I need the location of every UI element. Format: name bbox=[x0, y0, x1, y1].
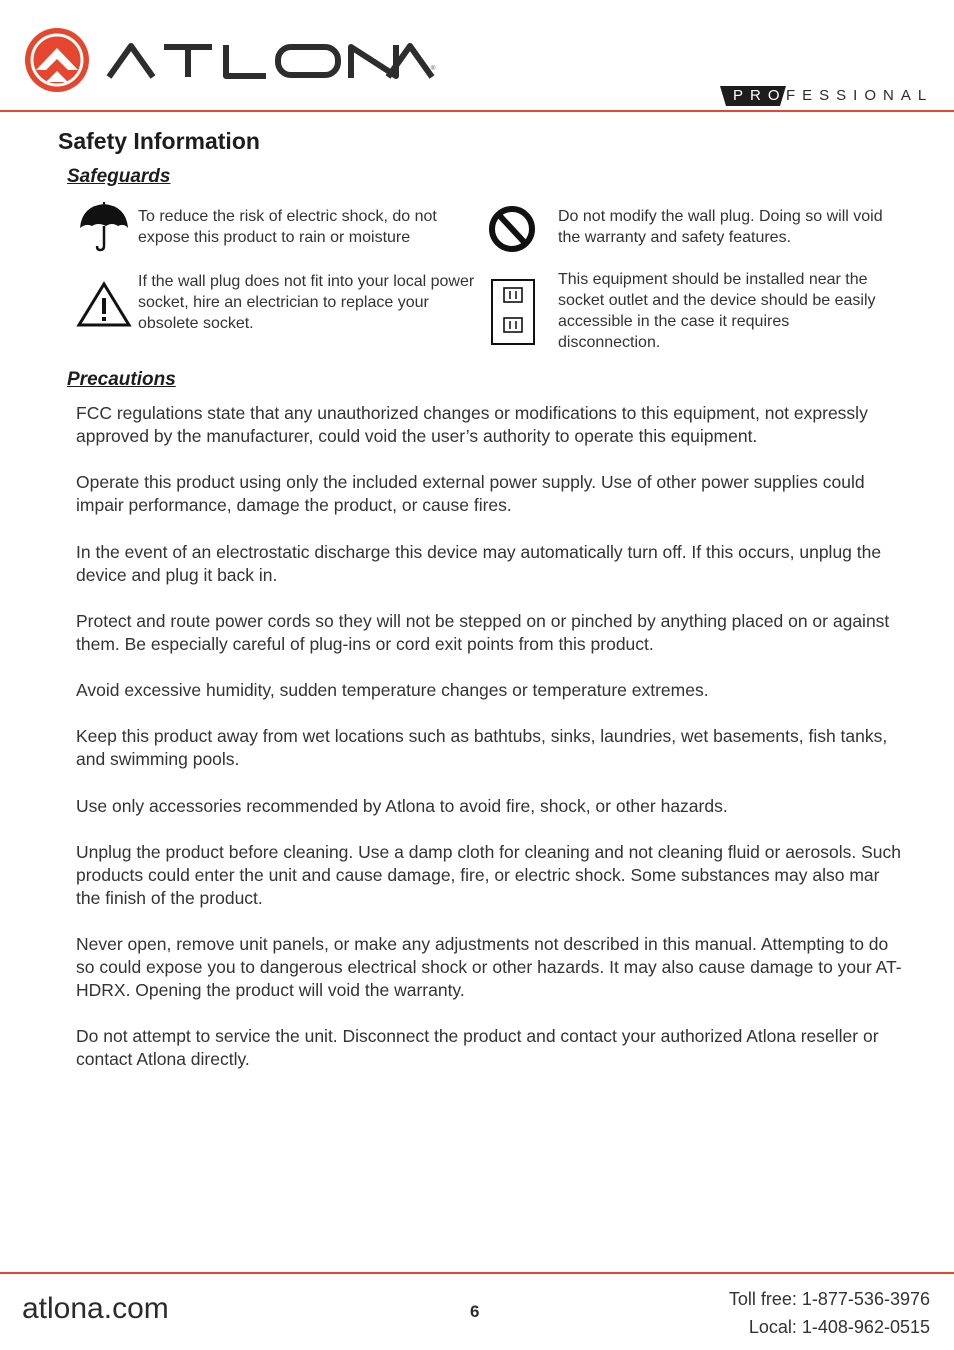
wall-socket-icon bbox=[491, 279, 535, 345]
safeguard-text-electrician: If the wall plug does not fit into your … bbox=[138, 273, 475, 332]
safeguard-text-plug-modify: Do not modify the wall plug. Doing so wi… bbox=[558, 208, 883, 246]
atlona-logo-icon bbox=[25, 28, 89, 92]
atlona-wordmark bbox=[106, 43, 435, 79]
precaution-paragraph: Avoid excessive humidity, sudden tempera… bbox=[76, 680, 709, 700]
page-title: Safety Information bbox=[58, 128, 260, 154]
badge-suffix: FESSIONAL bbox=[786, 87, 934, 104]
safeguard-text-socket-access: This equipment should be installed near … bbox=[558, 271, 876, 351]
toll-free-number: Toll free: 1-877-536-3976 bbox=[728, 1289, 930, 1309]
prohibited-icon bbox=[489, 206, 535, 252]
footer-website[interactable]: atlona.com bbox=[22, 1292, 169, 1326]
precaution-paragraph: Keep this product away from wet location… bbox=[76, 726, 888, 769]
badge-prefix: PRO bbox=[733, 87, 787, 104]
safeguard-text-rain: To reduce the risk of electric shock, do… bbox=[138, 208, 437, 246]
precaution-paragraph: In the event of an electrostatic dischar… bbox=[76, 542, 882, 585]
precaution-paragraph: Protect and route power cords so they wi… bbox=[76, 611, 890, 654]
header-divider bbox=[0, 110, 954, 112]
page-number: 6 bbox=[470, 1302, 480, 1321]
precaution-paragraph: Unplug the product before cleaning. Use … bbox=[76, 842, 901, 908]
footer-divider bbox=[0, 1272, 954, 1274]
warning-triangle-icon bbox=[76, 281, 132, 327]
precaution-paragraph: Operate this product using only the incl… bbox=[76, 472, 865, 515]
precaution-paragraph: Use only accessories recommended by Atlo… bbox=[76, 796, 728, 816]
umbrella-icon bbox=[80, 202, 128, 252]
local-number: Local: 1-408-962-0515 bbox=[748, 1317, 930, 1337]
registered-mark: ® bbox=[431, 66, 436, 72]
precaution-paragraph: Do not attempt to service the unit. Disc… bbox=[76, 1026, 879, 1069]
footer-contact: Toll free: 1-877-536-3976 Local: 1-408-9… bbox=[729, 1285, 930, 1341]
precaution-paragraph: Never open, remove unit panels, or make … bbox=[76, 934, 902, 1000]
precautions-heading: Precautions bbox=[67, 369, 176, 390]
precaution-paragraph: FCC regulations state that any unauthori… bbox=[76, 403, 868, 446]
safeguards-heading: Safeguards bbox=[67, 166, 171, 187]
